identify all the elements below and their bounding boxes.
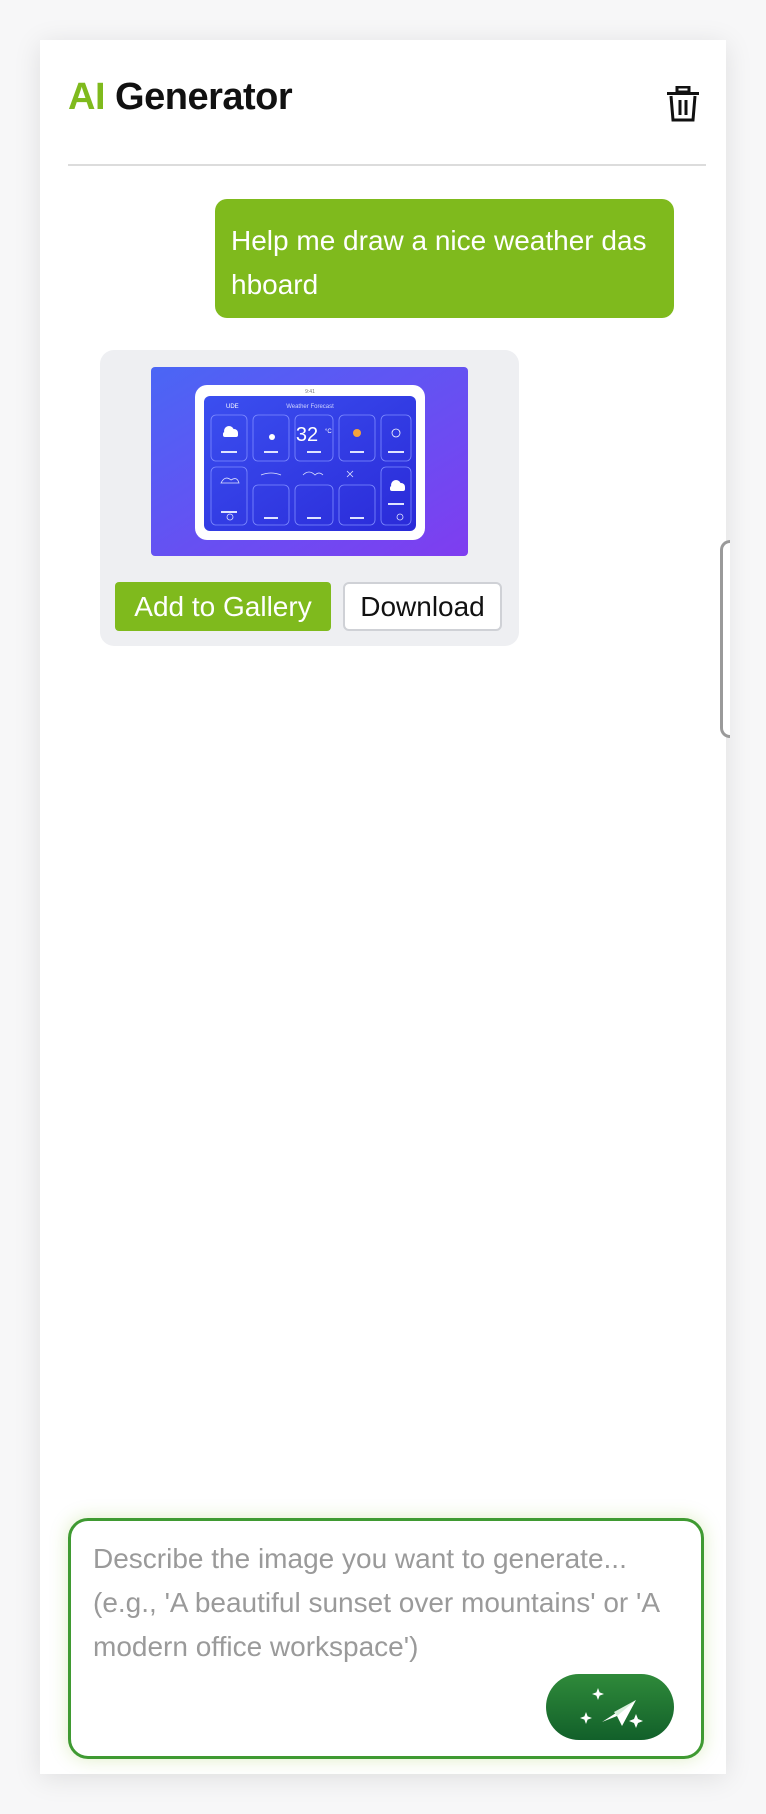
title-main: Generator [105,76,293,118]
trash-icon[interactable] [666,86,700,122]
sparkle-send-icon [580,1688,643,1728]
thumb-temperature: 32 [296,424,318,446]
generated-image-thumbnail[interactable]: 9:41 UDE Weather Forecast 32 °C [151,367,468,556]
title-accent: AI [68,76,106,118]
add-to-gallery-button[interactable]: Add to Gallery [115,582,331,631]
thumb-headline: Weather Forecast [286,404,334,410]
generate-send-button[interactable] [546,1674,674,1740]
generated-result-card: 9:41 UDE Weather Forecast 32 °C Add to G… [100,350,519,646]
ai-generator-panel: AI Generator Help me draw a nice weather… [40,40,730,1774]
thumb-time: 9:41 [305,389,315,395]
user-message-bubble: Help me draw a nice weather dashboard [215,199,674,318]
download-button[interactable]: Download [343,582,502,631]
thumb-location: UDE [226,404,239,410]
prompt-input[interactable] [93,1537,673,1687]
header: AI Generator [68,40,706,166]
side-drawer-handle[interactable] [720,540,730,738]
prompt-composer [68,1518,704,1759]
thumb-unit: °C [325,429,332,435]
app-title: AI Generator [68,76,293,119]
